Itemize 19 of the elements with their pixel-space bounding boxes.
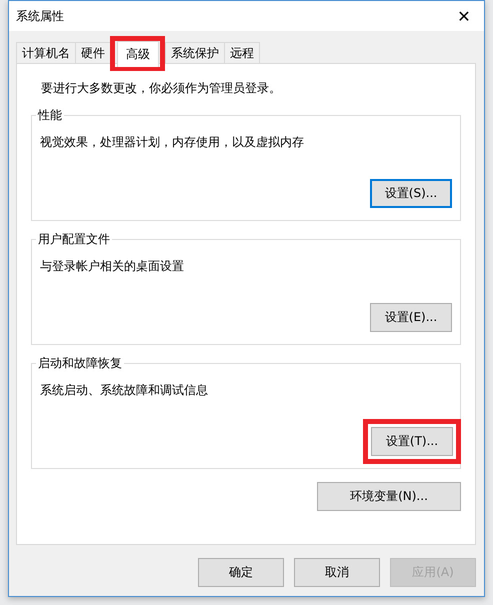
group-title: 启动和故障恢复 [36, 355, 124, 372]
close-button[interactable]: ✕ [444, 1, 484, 31]
tab[interactable]: 高级 [117, 41, 159, 67]
environment-variables-button[interactable]: 环境变量(N)... [317, 482, 461, 511]
tab[interactable]: 远程 [224, 42, 260, 63]
dialog-button[interactable]: 取消 [294, 558, 380, 587]
group-description: 视觉效果，处理器计划，内存使用，以及虚拟内存 [40, 134, 305, 151]
group-description: 与登录帐户相关的桌面设置 [40, 258, 185, 275]
window-title: 系统属性 [16, 8, 64, 24]
settings-button[interactable]: 设置(S)... [370, 179, 452, 208]
settings-button[interactable]: 设置(T)... [371, 427, 453, 456]
group-title: 用户配置文件 [36, 231, 112, 248]
dialog-button[interactable]: 确定 [198, 558, 284, 587]
tab[interactable]: 系统保护 [165, 42, 225, 63]
settings-button[interactable]: 设置(E)... [370, 303, 452, 332]
tab[interactable]: 计算机名 [16, 42, 76, 63]
group-description: 系统启动、系统故障和调试信息 [40, 382, 209, 399]
notice-text: 要进行大多数更改，你必须作为管理员登录。 [41, 80, 282, 97]
group-title: 性能 [36, 107, 64, 124]
